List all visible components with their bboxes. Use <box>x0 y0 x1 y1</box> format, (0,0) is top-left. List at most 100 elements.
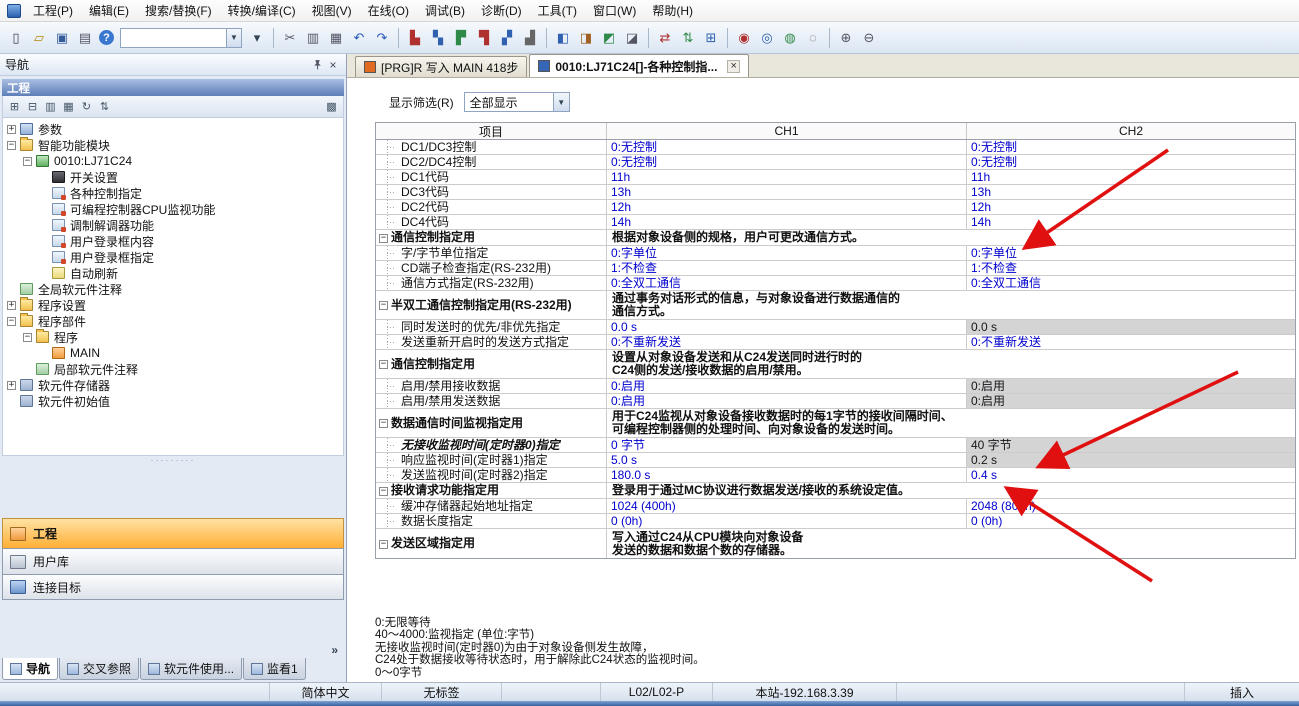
zoom-in-icon[interactable]: ⊕ <box>835 27 857 49</box>
ch2-value-cell[interactable]: 0:无控制 <box>967 140 1295 154</box>
ladder-line-icon[interactable]: ▞ <box>496 27 518 49</box>
tree-item-0010:LJ71C24[interactable]: −0010:LJ71C24 <box>3 153 343 169</box>
collapse-icon[interactable]: − <box>379 301 388 310</box>
nav-collapse-all-icon[interactable]: ⊟ <box>24 98 41 115</box>
menu-item[interactable]: 在线(O) <box>360 0 417 22</box>
tree-item-开关设置[interactable]: 开关设置 <box>3 169 343 185</box>
ch1-value-cell[interactable]: 0:字单位 <box>607 246 967 260</box>
pin-icon[interactable] <box>309 57 325 73</box>
display-filter-select[interactable]: 全部显示 ▼ <box>464 92 570 112</box>
menu-item[interactable]: 转换/编译(C) <box>220 0 304 22</box>
ladder-convert-icon[interactable]: ▜ <box>473 27 495 49</box>
ch1-value-cell[interactable]: 1024 (400h) <box>607 499 967 513</box>
tree-item-程序设置[interactable]: +程序设置 <box>3 297 343 313</box>
ch2-value-cell[interactable]: 2048 (800h) <box>967 499 1295 513</box>
close-icon[interactable]: × <box>727 60 739 73</box>
ch2-value-cell[interactable]: 14h <box>967 215 1295 229</box>
ch1-value-cell[interactable]: 5.0 s <box>607 453 967 467</box>
ch1-value-cell[interactable]: 180.0 s <box>607 468 967 482</box>
ch2-value-cell[interactable]: 0 (0h) <box>967 514 1295 528</box>
collapse-icon[interactable]: − <box>379 487 388 496</box>
ch1-value-cell[interactable]: 0 字节 <box>607 438 967 452</box>
nav-refresh-icon[interactable]: ↻ <box>78 98 95 115</box>
paste-icon[interactable]: ▦ <box>325 27 347 49</box>
ch1-value-cell[interactable]: 13h <box>607 185 967 199</box>
ch2-value-cell[interactable]: 0:不重新发送 <box>967 335 1295 349</box>
tree-item-参数[interactable]: +参数 <box>3 121 343 137</box>
ch1-value-cell[interactable]: 0:启用 <box>607 379 967 393</box>
program-select-combo[interactable]: ▼ <box>120 28 242 48</box>
ch2-value-cell[interactable]: 13h <box>967 185 1295 199</box>
menu-item[interactable]: 诊断(D) <box>473 0 530 22</box>
tree-item-局部软元件注释[interactable]: 局部软元件注释 <box>3 361 343 377</box>
statement-icon[interactable]: ◨ <box>575 27 597 49</box>
tree-item-用户登录框内容[interactable]: 用户登录框内容 <box>3 233 343 249</box>
ch1-value-cell[interactable]: 0:启用 <box>607 394 967 408</box>
ch1-value-cell[interactable]: 14h <box>607 215 967 229</box>
ladder-close-contact-icon[interactable]: ▚ <box>427 27 449 49</box>
ch2-value-cell[interactable]: 1:不检查 <box>967 261 1295 275</box>
collapse-icon[interactable]: − <box>7 141 16 150</box>
monitor-start-icon[interactable]: ◉ <box>733 27 755 49</box>
chevron-down-icon[interactable]: ▼ <box>553 93 569 111</box>
menu-item[interactable]: 调试(B) <box>417 0 473 22</box>
help-icon[interactable]: ? <box>99 30 114 45</box>
chevron-down-icon[interactable]: ▼ <box>226 29 241 47</box>
nav-sort-icon[interactable]: ⇅ <box>96 98 113 115</box>
tree-item-用户登录框指定[interactable]: 用户登录框指定 <box>3 249 343 265</box>
collapse-icon[interactable]: − <box>379 360 388 369</box>
ch2-value-cell[interactable]: 0:全双工通信 <box>967 276 1295 290</box>
ch2-value-cell[interactable]: 0.2 s <box>967 453 1295 467</box>
monitor-stop-icon[interactable]: ◎ <box>756 27 778 49</box>
print-icon[interactable]: ▤ <box>74 27 96 49</box>
ch2-value-cell[interactable]: 0:启用 <box>967 394 1295 408</box>
device-memory-icon[interactable]: ◪ <box>621 27 643 49</box>
ch2-value-cell[interactable]: 0.4 s <box>967 468 1295 482</box>
copy-icon[interactable]: ▥ <box>302 27 324 49</box>
watch-window-icon[interactable]: ◌ <box>802 27 824 49</box>
read-from-plc-icon[interactable]: ⇅ <box>677 27 699 49</box>
nav-copy-icon[interactable]: ▥ <box>42 98 59 115</box>
collapse-icon[interactable]: − <box>379 234 388 243</box>
ch2-value-cell[interactable]: 40 字节 <box>967 438 1295 452</box>
cut-icon[interactable]: ✂ <box>279 27 301 49</box>
collapse-icon[interactable]: − <box>23 333 32 342</box>
ch2-value-cell[interactable]: 11h <box>967 170 1295 184</box>
expand-icon[interactable]: + <box>7 125 16 134</box>
menu-item[interactable]: 窗口(W) <box>585 0 644 22</box>
device-comment-icon[interactable]: ◧ <box>552 27 574 49</box>
menu-item[interactable]: 工程(P) <box>25 0 81 22</box>
menu-item[interactable]: 帮助(H) <box>644 0 701 22</box>
ch2-value-cell[interactable]: 0:无控制 <box>967 155 1295 169</box>
nav-expand-all-icon[interactable]: ⊞ <box>6 98 23 115</box>
save-icon[interactable]: ▣ <box>51 27 73 49</box>
tree-item-自动刷新[interactable]: 自动刷新 <box>3 265 343 281</box>
menu-item[interactable]: 编辑(E) <box>81 0 137 22</box>
ch1-value-cell[interactable]: 0:不重新发送 <box>607 335 967 349</box>
menu-item[interactable]: 视图(V) <box>304 0 360 22</box>
menu-item[interactable]: 工具(T) <box>530 0 585 22</box>
ch1-value-cell[interactable]: 0 (0h) <box>607 514 967 528</box>
panel-tab-监看1[interactable]: 监看1 <box>243 658 306 680</box>
undo-icon[interactable]: ↶ <box>348 27 370 49</box>
tree-item-软元件初始值[interactable]: 软元件初始值 <box>3 393 343 409</box>
expand-icon[interactable]: + <box>7 301 16 310</box>
view-button-连接目标[interactable]: 连接目标 <box>2 574 344 600</box>
panel-tab-交叉参照[interactable]: 交叉参照 <box>59 658 139 680</box>
ch1-value-cell[interactable]: 0.0 s <box>607 320 967 334</box>
open-project-icon[interactable]: ▱ <box>28 27 50 49</box>
ladder-coil-icon[interactable]: ▛ <box>450 27 472 49</box>
tree-item-各种控制指定[interactable]: 各种控制指定 <box>3 185 343 201</box>
panel-splitter-handle[interactable]: ········· <box>0 456 346 464</box>
nav-settings-icon[interactable]: ▩ <box>323 98 340 115</box>
menu-item[interactable]: 搜索/替换(F) <box>137 0 220 22</box>
more-views-button[interactable]: » <box>0 642 346 658</box>
ch1-value-cell[interactable]: 12h <box>607 200 967 214</box>
ch2-value-cell[interactable]: 0.0 s <box>967 320 1295 334</box>
ladder-delete-icon[interactable]: ▟ <box>519 27 541 49</box>
collapse-icon[interactable]: − <box>379 540 388 549</box>
expand-icon[interactable]: + <box>7 381 16 390</box>
ch1-value-cell[interactable]: 0:全双工通信 <box>607 276 967 290</box>
doc-tab[interactable]: 0010:LJ71C24[]-各种控制指...× <box>529 54 749 77</box>
ch1-value-cell[interactable]: 0:无控制 <box>607 140 967 154</box>
